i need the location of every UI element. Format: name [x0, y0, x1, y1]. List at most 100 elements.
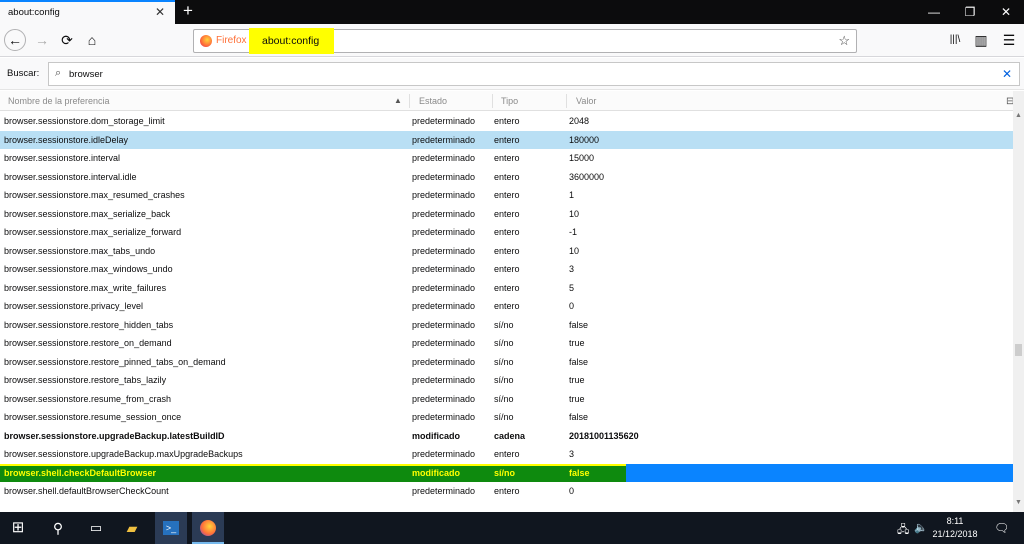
- clock[interactable]: 8:11 21/12/2018: [930, 515, 980, 541]
- clock-time: 8:11: [946, 516, 964, 526]
- pref-value: -1: [569, 227, 578, 237]
- forward-button[interactable]: →: [31, 29, 53, 51]
- taskbar: ⊞ ⚲ ▭ ▰ >_ 🖧 🔈 8:11 21/12/2018 🗨: [0, 512, 1024, 544]
- pref-value: false: [569, 356, 589, 367]
- table-row[interactable]: browser.sessionstore.max_serialize_forwa…: [0, 223, 1013, 242]
- tab-close-icon[interactable]: ✕: [155, 5, 165, 19]
- search-value[interactable]: browser: [69, 69, 103, 80]
- pref-name: browser.sessionstore.interval: [4, 153, 121, 163]
- table-row[interactable]: browser.sessionstore.max_write_failures p…: [0, 279, 1013, 298]
- pref-state: predeterminado: [412, 116, 476, 126]
- table-row[interactable]: browser.sessionstore.interval predetermin…: [0, 149, 1013, 168]
- search-taskbar-icon[interactable]: ⚲: [42, 512, 74, 544]
- pref-name: browser.sessionstore.privacy_level: [4, 301, 144, 311]
- column-header-value[interactable]: Valor: [576, 96, 596, 106]
- reload-button[interactable]: ⟳: [56, 29, 78, 51]
- column-divider[interactable]: [566, 94, 567, 108]
- search-row: Buscar: ⌕ browser ✕: [0, 58, 1024, 90]
- table-row[interactable]: browser.sessionstore.restore_pinned_tabs…: [0, 353, 1013, 372]
- table-row[interactable]: browser.sessionstore.max_resumed_crashes…: [0, 186, 1013, 205]
- pref-state: predeterminado: [412, 134, 476, 145]
- url-bar[interactable]: Firefox about:config ☆: [193, 28, 857, 54]
- volume-icon[interactable]: 🔈: [914, 521, 928, 534]
- new-tab-button[interactable]: +: [178, 1, 198, 21]
- pref-state: predeterminado: [412, 282, 476, 293]
- table-row[interactable]: browser.sessionstore.restore_tabs_lazily…: [0, 371, 1013, 390]
- library-icon[interactable]: |||\: [944, 29, 966, 51]
- column-header-state[interactable]: Estado: [419, 96, 447, 106]
- window-close-button[interactable]: ✕: [988, 0, 1024, 24]
- scroll-down-icon[interactable]: ▼: [1013, 499, 1024, 509]
- table-row[interactable]: browser.sessionstore.max_serialize_back p…: [0, 205, 1013, 224]
- search-input[interactable]: ⌕ browser ✕: [48, 62, 1020, 86]
- pref-type: entero: [494, 208, 520, 219]
- notifications-icon[interactable]: 🗨: [994, 521, 1009, 535]
- table-row[interactable]: browser.sessionstore.restore_on_demand pr…: [0, 334, 1013, 353]
- column-header-name[interactable]: Nombre de la preferencia: [8, 96, 110, 106]
- pref-state: predeterminado: [412, 375, 476, 385]
- table-row[interactable]: browser.sessionstore.resume_from_crash pr…: [0, 390, 1013, 409]
- pref-type: entero: [494, 116, 520, 126]
- table-row[interactable]: browser.sessionstore.dom_storage_limit pr…: [0, 112, 1013, 131]
- pref-type: entero: [494, 282, 520, 293]
- column-divider[interactable]: [409, 94, 410, 108]
- url-text[interactable]: about:config: [262, 35, 319, 47]
- column-header-type[interactable]: Tipo: [501, 96, 518, 106]
- pref-type: entero: [494, 134, 520, 145]
- task-view-icon[interactable]: ▭: [80, 512, 112, 544]
- pref-value: false: [569, 467, 590, 478]
- table-row[interactable]: browser.shell.checkDefaultBrowser modific…: [0, 463, 1013, 482]
- table-row[interactable]: browser.sessionstore.max_tabs_undo predet…: [0, 242, 1013, 261]
- vertical-scrollbar[interactable]: ▲ ▼: [1013, 91, 1024, 512]
- windows-start-icon[interactable]: ⊞: [2, 512, 34, 544]
- table-row[interactable]: browser.sessionstore.max_windows_undo pre…: [0, 260, 1013, 279]
- pref-state: predeterminado: [412, 301, 476, 311]
- pref-name: browser.sessionstore.upgradeBackup.maxUp…: [4, 449, 243, 459]
- table-row[interactable]: browser.sessionstore.idleDelay predetermi…: [0, 130, 1013, 149]
- clear-search-icon[interactable]: ✕: [1002, 67, 1012, 81]
- pref-type: entero: [494, 190, 520, 200]
- scroll-up-icon[interactable]: ▲: [1013, 112, 1024, 122]
- file-explorer-icon[interactable]: ▰: [116, 512, 148, 544]
- pref-state: predeterminado: [412, 319, 476, 330]
- sort-ascending-icon[interactable]: ▲: [394, 96, 402, 105]
- table-row[interactable]: browser.sessionstore.upgradeBackup.maxUp…: [0, 445, 1013, 464]
- pref-state: predeterminado: [412, 153, 476, 163]
- pref-type: entero: [494, 449, 520, 459]
- pref-value: 5: [569, 282, 575, 293]
- column-divider[interactable]: [492, 94, 493, 108]
- pref-type: sí/no: [494, 412, 514, 422]
- network-icon[interactable]: 🖧: [897, 521, 909, 540]
- bookmark-star-icon[interactable]: ☆: [838, 33, 850, 49]
- firefox-taskbar-icon[interactable]: [192, 512, 224, 544]
- table-row[interactable]: browser.sessionstore.privacy_level predet…: [0, 297, 1013, 316]
- home-button[interactable]: ⌂: [81, 29, 103, 51]
- pref-type: entero: [494, 486, 520, 496]
- table-row[interactable]: browser.sessionstore.interval.idle predet…: [0, 168, 1013, 187]
- tab-about-config[interactable]: about:config ✕: [0, 0, 175, 24]
- back-button[interactable]: ←: [4, 29, 26, 51]
- powershell-icon[interactable]: >_: [155, 512, 187, 544]
- menu-icon[interactable]: ☰: [998, 29, 1020, 51]
- minimize-button[interactable]: —: [916, 0, 952, 24]
- pref-state: predeterminado: [412, 245, 476, 256]
- table-row[interactable]: browser.shell.defaultBrowserCheckCount pr…: [0, 482, 1013, 501]
- sidebar-icon[interactable]: ▥: [970, 29, 992, 51]
- table-row[interactable]: browser.sessionstore.upgradeBackup.lates…: [0, 427, 1013, 446]
- pref-name: browser.sessionstore.interval.idle: [4, 171, 137, 182]
- pref-state: predeterminado: [412, 338, 476, 348]
- pref-value: true: [569, 338, 585, 348]
- tab-strip: about:config ✕ + — ❐ ✕: [0, 0, 1024, 24]
- pref-type: sí/no: [494, 356, 514, 367]
- pref-type: entero: [494, 171, 520, 182]
- pref-value: 3600000: [569, 171, 605, 182]
- maximize-button[interactable]: ❐: [952, 0, 988, 24]
- table-row[interactable]: browser.sessionstore.restore_hidden_tabs…: [0, 316, 1013, 335]
- tab-title: about:config: [8, 7, 60, 18]
- pref-value: 0: [569, 486, 575, 496]
- scrollbar-thumb[interactable]: [1015, 344, 1022, 356]
- firefox-icon: [200, 35, 212, 47]
- table-row[interactable]: browser.sessionstore.resume_session_once…: [0, 408, 1013, 427]
- pref-value: 10: [569, 245, 580, 256]
- powershell-glyph: >_: [163, 521, 179, 535]
